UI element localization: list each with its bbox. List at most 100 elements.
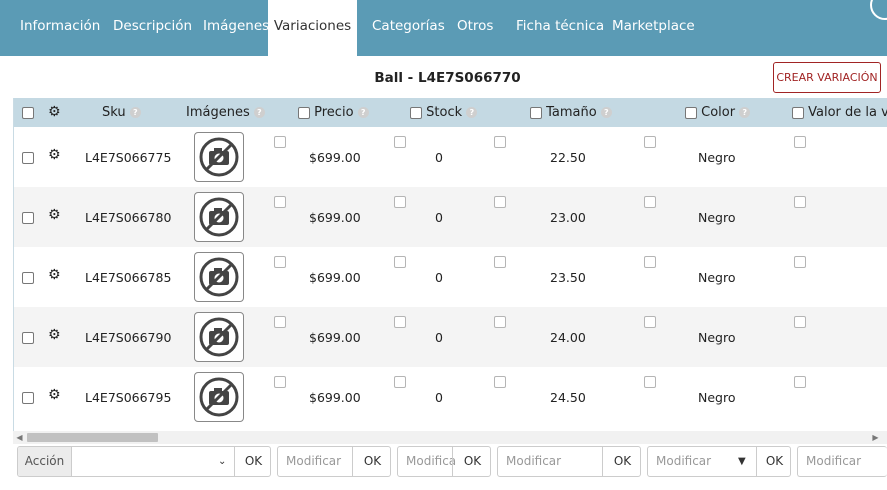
row-stock: 0 (435, 390, 443, 405)
size-ok-button[interactable]: OK (602, 447, 640, 476)
product-title: Ball - L4E7S066770 (374, 70, 521, 86)
tab-ficha-tecnica[interactable]: Ficha técnica (516, 0, 604, 56)
scrollbar-thumb[interactable] (27, 433, 158, 442)
help-icon: ? (600, 107, 612, 118)
select-all-checkbox[interactable] (22, 98, 34, 127)
stock-checkbox[interactable] (394, 253, 406, 268)
table-row: ⚙ L4E7S066790 $699.00 0 24.00 Negro (14, 307, 887, 367)
row-price: $699.00 (309, 270, 361, 285)
chevron-down-icon: ⌄ (218, 456, 227, 467)
size-checkbox[interactable] (494, 313, 506, 328)
row-sku: L4E7S066795 (85, 390, 172, 405)
row-size: 24.00 (550, 330, 586, 345)
row-checkbox[interactable] (22, 329, 34, 344)
value-modify-group: Modificar (797, 446, 887, 477)
value-checkbox[interactable] (794, 313, 806, 328)
variations-table: ⚙ Sku ? Imágenes ? Precio ? Stock ? Tama… (13, 98, 887, 431)
header-gear-icon[interactable]: ⚙ (48, 98, 61, 127)
action-label: Acción (18, 447, 72, 476)
size-checkbox[interactable] (494, 133, 506, 148)
row-sku: L4E7S066790 (85, 330, 172, 345)
create-variation-button[interactable]: CREAR VARIACIÓN (773, 62, 881, 93)
header-stock[interactable]: Stock ? (410, 98, 478, 127)
row-checkbox[interactable] (22, 149, 34, 164)
header-sku: Sku ? (102, 98, 141, 127)
horizontal-scrollbar[interactable]: ◀ ▶ (13, 431, 887, 444)
no-photo-icon[interactable] (194, 132, 244, 182)
row-stock: 0 (435, 150, 443, 165)
row-sku: L4E7S066785 (85, 270, 172, 285)
gear-icon[interactable]: ⚙ (48, 327, 61, 343)
value-checkbox[interactable] (794, 373, 806, 388)
row-checkbox[interactable] (22, 269, 34, 284)
action-select[interactable] (72, 447, 236, 476)
no-photo-icon[interactable] (194, 312, 244, 362)
no-photo-icon[interactable] (194, 252, 244, 302)
price-modify-input[interactable]: Modificar (278, 447, 352, 476)
tab-imagenes[interactable]: Imágenes (203, 0, 269, 56)
stock-checkbox[interactable] (394, 313, 406, 328)
color-checkbox[interactable] (644, 373, 656, 388)
header-images: Imágenes ? (186, 98, 265, 127)
help-icon: ? (739, 107, 751, 118)
tab-marketplace[interactable]: Marketplace (612, 0, 695, 56)
stock-ok-button[interactable]: OK (452, 447, 490, 476)
stock-modify-input[interactable]: Modifica (398, 447, 456, 476)
price-checkbox[interactable] (274, 193, 286, 208)
color-checkbox[interactable] (644, 253, 656, 268)
row-stock: 0 (435, 330, 443, 345)
table-header: ⚙ Sku ? Imágenes ? Precio ? Stock ? Tama… (14, 98, 887, 127)
value-modify-input[interactable]: Modificar (798, 447, 887, 476)
header-color[interactable]: Color ? (685, 98, 751, 127)
tab-variaciones[interactable]: Variaciones (268, 0, 357, 56)
tab-otros[interactable]: Otros (457, 0, 493, 56)
table-row: ⚙ L4E7S066775 $699.00 0 22.50 Negro (14, 127, 887, 187)
size-checkbox[interactable] (494, 253, 506, 268)
size-modify-input[interactable]: Modificar (498, 447, 602, 476)
value-checkbox[interactable] (794, 253, 806, 268)
gear-icon[interactable]: ⚙ (48, 267, 61, 283)
price-checkbox[interactable] (274, 313, 286, 328)
close-icon[interactable] (870, 0, 887, 20)
row-size: 23.00 (550, 210, 586, 225)
header-price[interactable]: Precio ? (298, 98, 369, 127)
tab-descripcion[interactable]: Descripción (113, 0, 192, 56)
price-checkbox[interactable] (274, 253, 286, 268)
row-checkbox[interactable] (22, 389, 34, 404)
arrow-left-icon[interactable]: ◀ (13, 431, 26, 444)
color-checkbox[interactable] (644, 193, 656, 208)
tab-informacion[interactable]: Información (20, 0, 100, 56)
action-ok-button[interactable]: OK (234, 447, 270, 476)
no-photo-icon[interactable] (194, 372, 244, 422)
color-checkbox[interactable] (644, 313, 656, 328)
help-icon: ? (253, 107, 265, 118)
price-ok-button[interactable]: OK (352, 447, 390, 476)
color-ok-button[interactable]: OK (756, 447, 790, 476)
table-row: ⚙ L4E7S066795 $699.00 0 24.50 Negro (14, 367, 887, 427)
stock-checkbox[interactable] (394, 193, 406, 208)
color-modify-group: Modificar ▼ OK (647, 446, 791, 477)
row-checkbox[interactable] (22, 209, 34, 224)
price-checkbox[interactable] (274, 133, 286, 148)
row-price: $699.00 (309, 150, 361, 165)
price-checkbox[interactable] (274, 373, 286, 388)
tab-categorias[interactable]: Categorías (372, 0, 445, 56)
caret-down-icon: ▼ (738, 456, 746, 467)
arrow-right-icon[interactable]: ▶ (869, 431, 882, 444)
color-checkbox[interactable] (644, 133, 656, 148)
size-checkbox[interactable] (494, 373, 506, 388)
row-stock: 0 (435, 270, 443, 285)
stock-checkbox[interactable] (394, 373, 406, 388)
help-icon: ? (129, 107, 141, 118)
value-checkbox[interactable] (794, 193, 806, 208)
stock-checkbox[interactable] (394, 133, 406, 148)
value-checkbox[interactable] (794, 133, 806, 148)
gear-icon[interactable]: ⚙ (48, 207, 61, 223)
row-color: Negro (698, 270, 736, 285)
size-checkbox[interactable] (494, 193, 506, 208)
gear-icon[interactable]: ⚙ (48, 387, 61, 403)
header-value[interactable]: Valor de la var (792, 98, 887, 127)
no-photo-icon[interactable] (194, 192, 244, 242)
gear-icon[interactable]: ⚙ (48, 147, 61, 163)
header-size[interactable]: Tamaño ? (530, 98, 612, 127)
